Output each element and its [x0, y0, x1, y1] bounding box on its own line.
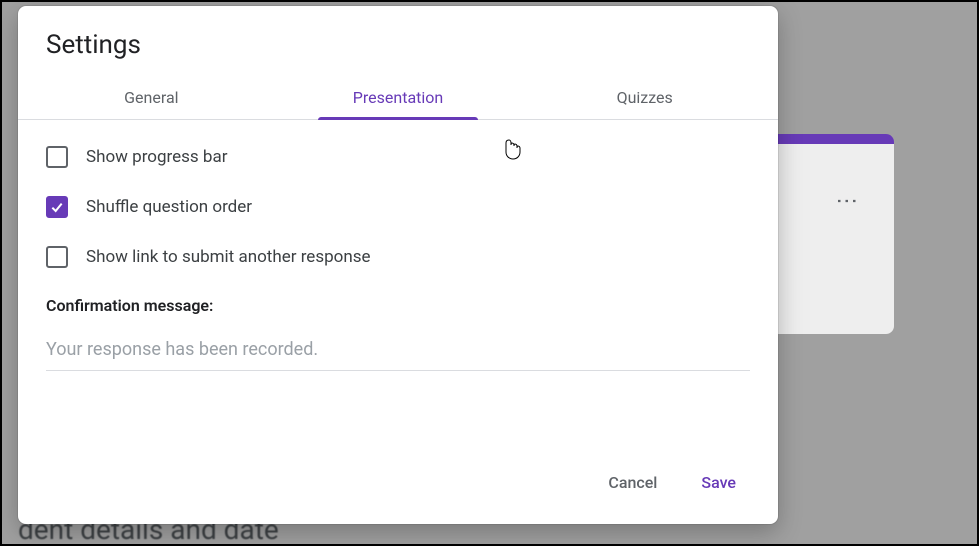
option-show-progress-bar[interactable]: Show progress bar — [46, 146, 750, 168]
tab-quizzes[interactable]: Quizzes — [521, 76, 768, 119]
checkbox-unchecked-icon — [46, 146, 68, 168]
dialog-actions: Cancel Save — [18, 447, 778, 524]
dialog-content: Show progress bar Shuffle question order… — [18, 120, 778, 447]
dialog-title: Settings — [18, 6, 778, 76]
save-button[interactable]: Save — [691, 465, 746, 500]
tab-general[interactable]: General — [28, 76, 275, 119]
option-shuffle-question-order[interactable]: Shuffle question order — [46, 196, 750, 218]
confirmation-message-input[interactable] — [46, 333, 750, 371]
tabs-bar: General Presentation Quizzes — [18, 76, 778, 120]
checkbox-unchecked-icon — [46, 246, 68, 268]
tab-presentation[interactable]: Presentation — [275, 76, 522, 119]
confirmation-section-label: Confirmation message: — [46, 296, 750, 315]
option-label: Shuffle question order — [86, 197, 252, 217]
settings-dialog: Settings General Presentation Quizzes Sh… — [18, 6, 778, 524]
more-vert-icon: ⋮ — [834, 190, 859, 210]
cancel-button[interactable]: Cancel — [598, 465, 667, 500]
option-label: Show link to submit another response — [86, 247, 371, 267]
checkbox-checked-icon — [46, 196, 68, 218]
option-show-submit-link[interactable]: Show link to submit another response — [46, 246, 750, 268]
option-label: Show progress bar — [86, 147, 227, 167]
